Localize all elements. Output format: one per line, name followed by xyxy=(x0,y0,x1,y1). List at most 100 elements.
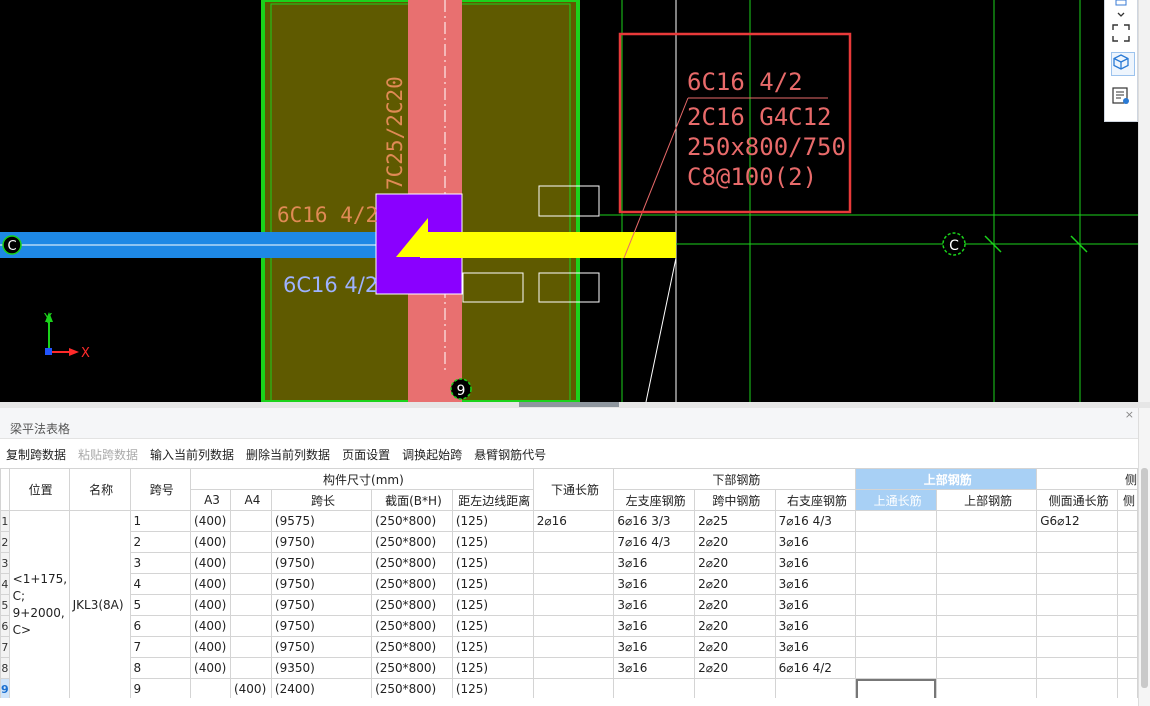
cell-span-no[interactable]: 8 xyxy=(129,657,192,679)
cell-a3[interactable]: (400) xyxy=(190,573,231,595)
cell-top[interactable] xyxy=(935,573,1038,595)
cell-bthrough[interactable] xyxy=(532,615,615,637)
properties-button[interactable] xyxy=(1111,86,1133,108)
col-header-top-through[interactable]: 上通长筋 xyxy=(855,489,937,511)
col-header-mid-span[interactable]: 跨中钢筋 xyxy=(694,489,776,511)
cell-a3[interactable]: (400) xyxy=(190,615,231,637)
row-number[interactable]: 1 xyxy=(0,510,10,532)
cell-span-no[interactable]: 2 xyxy=(129,531,192,553)
cell-top[interactable] xyxy=(935,615,1038,637)
cell-side[interactable] xyxy=(1036,573,1118,595)
row-number[interactable]: 2 xyxy=(0,531,10,553)
cell-side[interactable] xyxy=(1036,615,1118,637)
cell-dist[interactable]: (125) xyxy=(451,615,534,637)
cell-side-extra[interactable] xyxy=(1116,552,1138,574)
cell-bthrough[interactable] xyxy=(532,531,615,553)
cell-span-no[interactable]: 3 xyxy=(129,552,192,574)
cell-sec[interactable]: (250*800) xyxy=(371,531,453,553)
cell-dist[interactable]: (125) xyxy=(451,510,534,532)
col-header-span-length[interactable]: 跨长 xyxy=(270,489,373,511)
col-header-side-extra[interactable]: 侧 xyxy=(1116,489,1138,511)
cell-mid[interactable]: 2⌀20 xyxy=(694,615,776,637)
cell-len[interactable]: (9750) xyxy=(270,573,373,595)
cell-a3[interactable]: (400) xyxy=(190,510,231,532)
cell-sec[interactable]: (250*800) xyxy=(371,636,453,658)
cell-len[interactable]: (9750) xyxy=(270,636,373,658)
3d-view-button[interactable] xyxy=(1111,52,1135,76)
cell-bthrough[interactable] xyxy=(532,594,615,616)
cell-bthrough[interactable] xyxy=(532,678,615,698)
cell-left[interactable]: 3⌀16 xyxy=(613,636,696,658)
cell-mid[interactable]: 2⌀25 xyxy=(694,510,776,532)
cell-len[interactable]: (9575) xyxy=(270,510,373,532)
toolbar-button-3[interactable]: 输入当前列数据 xyxy=(150,448,234,462)
table-row[interactable]: 2 2 (400) (9750) (250*800) (125) 7⌀16 4/3 2⌀20 3… xyxy=(0,531,1138,553)
table-row[interactable]: 4 4 (400) (9750) (250*800) (125) 3⌀16 2⌀20 3⌀16 xyxy=(0,573,1138,595)
col-header-right-support[interactable]: 右支座钢筋 xyxy=(774,489,857,511)
cell-mid[interactable]: 2⌀20 xyxy=(694,573,776,595)
col-header-name[interactable]: 名称 xyxy=(68,468,131,511)
cell-bthrough[interactable] xyxy=(532,657,615,679)
table-row[interactable]: 9 9 (400) (2400) (250*800) (125) xyxy=(0,678,1138,698)
cad-canvas[interactable]: C 6C16 4/2 2C16 G4C12 250x800/750 C8@100… xyxy=(0,0,1138,402)
cell-dist[interactable]: (125) xyxy=(451,594,534,616)
cell-right[interactable]: 3⌀16 xyxy=(774,573,857,595)
col-header-a3[interactable]: A3 xyxy=(190,489,231,511)
cell-side-extra[interactable] xyxy=(1116,594,1138,616)
cell-left[interactable]: 3⌀16 xyxy=(613,573,696,595)
cell-len[interactable]: (9750) xyxy=(270,552,373,574)
cell-bthrough[interactable] xyxy=(532,636,615,658)
cell-a4[interactable] xyxy=(229,510,272,532)
cell-left[interactable]: 3⌀16 xyxy=(613,657,696,679)
toolbar-button-1[interactable]: 复制跨数据 xyxy=(6,448,66,462)
table-row[interactable]: 6 6 (400) (9750) (250*800) (125) 3⌀16 2⌀20 3⌀16 xyxy=(0,615,1138,637)
close-icon[interactable]: × xyxy=(1125,408,1134,421)
cell-dist[interactable]: (125) xyxy=(451,573,534,595)
cell-side[interactable]: G6⌀12 xyxy=(1036,510,1118,532)
cell-mid[interactable]: 2⌀20 xyxy=(694,657,776,679)
cell-a4[interactable] xyxy=(229,657,272,679)
cell-len[interactable]: (9350) xyxy=(270,657,373,679)
cell-sec[interactable]: (250*800) xyxy=(371,594,453,616)
cell-right[interactable]: 3⌀16 xyxy=(774,636,857,658)
cell-tthrough[interactable] xyxy=(855,615,937,637)
cell-sec[interactable]: (250*800) xyxy=(371,678,453,698)
fullscreen-button[interactable] xyxy=(1111,23,1133,45)
cell-dist[interactable]: (125) xyxy=(451,657,534,679)
col-header-top-rebar[interactable]: 上部钢筋 xyxy=(935,489,1038,511)
cell-mid[interactable]: 2⌀20 xyxy=(694,531,776,553)
cell-a4[interactable] xyxy=(229,636,272,658)
cell-sec[interactable]: (250*800) xyxy=(371,615,453,637)
col-header-side-through[interactable]: 侧面通长筋 xyxy=(1036,489,1118,511)
cell-span-no[interactable]: 7 xyxy=(129,636,192,658)
cell-a4[interactable] xyxy=(229,573,272,595)
cell-left[interactable]: 6⌀16 3/3 xyxy=(613,510,696,532)
cell-left[interactable] xyxy=(613,678,696,698)
cell-right[interactable]: 3⌀16 xyxy=(774,531,857,553)
cell-tthrough[interactable] xyxy=(855,573,937,595)
cell-a4[interactable] xyxy=(229,531,272,553)
cell-span-no[interactable]: 5 xyxy=(129,594,192,616)
cell-mid[interactable]: 2⌀20 xyxy=(694,594,776,616)
col-header-section[interactable]: 截面(B*H) xyxy=(371,489,453,511)
cell-len[interactable]: (9750) xyxy=(270,531,373,553)
cell-dist[interactable]: (125) xyxy=(451,531,534,553)
cell-right[interactable] xyxy=(774,678,857,698)
row-number[interactable]: 7 xyxy=(0,636,10,658)
cell-tthrough[interactable] xyxy=(855,552,937,574)
scrollbar-thumb[interactable] xyxy=(1141,468,1148,688)
cell-side[interactable] xyxy=(1036,531,1118,553)
cell-a4[interactable] xyxy=(229,552,272,574)
row-number[interactable]: 9 xyxy=(0,678,10,698)
cell-a3[interactable] xyxy=(190,678,231,698)
cell-mid[interactable] xyxy=(694,678,776,698)
cell-position[interactable]: <1+175, C; 9+2000, C> xyxy=(8,510,70,698)
col-header-edge-distance[interactable]: 距左边线距离 xyxy=(451,489,534,511)
col-header-a4[interactable]: A4 xyxy=(229,489,272,511)
cell-sec[interactable]: (250*800) xyxy=(371,657,453,679)
cell-side[interactable] xyxy=(1036,657,1118,679)
view-cube-dropdown[interactable] xyxy=(1111,0,1133,22)
col-header-span-no[interactable]: 跨号 xyxy=(129,468,192,511)
cell-dist[interactable]: (125) xyxy=(451,636,534,658)
table-row[interactable]: 1 <1+175, C; 9+2000, C> JKL3(8A) 1 (400) (957… xyxy=(0,510,1138,698)
